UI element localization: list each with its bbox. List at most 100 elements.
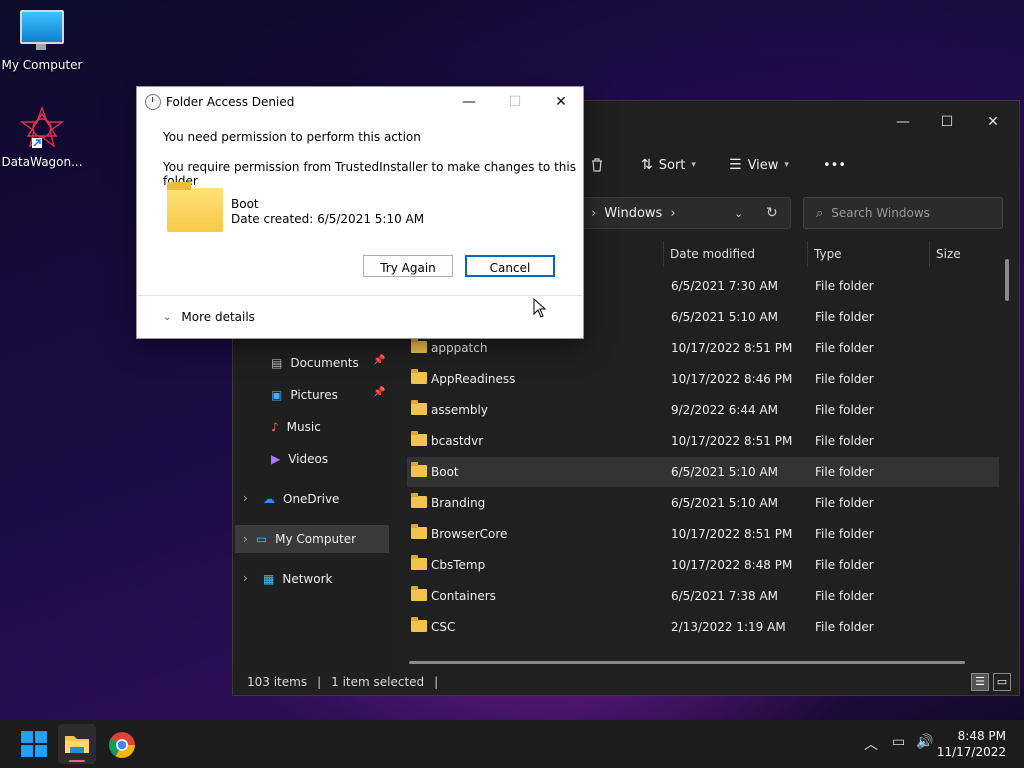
trustedinstaller-message: You require permission from TrustedInsta… <box>163 160 576 188</box>
pictures-icon: ▣ <box>271 388 283 402</box>
sort-button[interactable]: ⇅ Sort ▾ <box>641 151 696 179</box>
breadcrumb-separator-icon: › <box>670 205 676 221</box>
taskbar-clock[interactable]: 8:48 PM 11/17/2022 <box>937 728 1006 760</box>
folder-icon <box>411 617 427 632</box>
table-row[interactable]: CbsTemp 10/17/2022 8:48 PM File folder <box>407 550 999 580</box>
folder-icon <box>167 182 223 232</box>
row-name: CSC <box>431 620 456 634</box>
column-header-date[interactable]: Date modified <box>663 241 806 267</box>
view-list-icon: ☰ <box>729 157 742 173</box>
row-date: 2/13/2022 1:19 AM <box>671 620 786 634</box>
row-type: File folder <box>815 589 874 603</box>
desktop-icon-my-computer[interactable]: My Computer <box>0 10 84 72</box>
nav-label: Documents <box>290 356 359 370</box>
nav-item-videos[interactable]: ▶ Videos <box>271 447 328 471</box>
nav-item-documents[interactable]: ▤ Documents <box>271 351 359 375</box>
status-bar: 103 items | 1 item selected | <box>247 675 438 689</box>
navigation-pane: ▤ Documents 📌 ▣ Pictures 📌 ♪ Music ▶ Vid… <box>233 337 391 671</box>
table-row[interactable]: BrowserCore 10/17/2022 8:51 PM File fold… <box>407 519 999 549</box>
folder-icon <box>411 400 427 415</box>
taskbar-chrome-icon[interactable] <box>108 731 136 759</box>
permission-message: You need permission to perform this acti… <box>163 130 421 144</box>
volume-icon[interactable]: 🔊 <box>916 734 933 750</box>
chevron-right-icon[interactable]: › <box>243 532 248 546</box>
clock-time: 8:48 PM <box>957 729 1006 743</box>
table-row[interactable]: bcastdvr 10/17/2022 8:51 PM File folder <box>407 426 999 456</box>
row-date: 10/17/2022 8:48 PM <box>671 558 793 572</box>
dialog-maximize-button: ☐ <box>493 89 537 115</box>
dialog-minimize-button[interactable]: — <box>447 89 491 115</box>
folder-access-denied-dialog: Folder Access Denied — ☐ ✕ You need perm… <box>136 86 584 339</box>
network-icon: ▦ <box>263 572 275 586</box>
chevron-right-icon[interactable]: › <box>243 571 248 585</box>
horizontal-scrollbar[interactable] <box>409 661 965 664</box>
pin-icon: 📌 <box>373 355 386 366</box>
row-date: 10/17/2022 8:46 PM <box>671 372 793 386</box>
column-header-size[interactable]: Size <box>929 241 1006 267</box>
row-date: 9/2/2022 6:44 AM <box>671 403 779 417</box>
folder-icon <box>411 369 427 384</box>
delete-button[interactable] <box>589 151 605 179</box>
column-header-type[interactable]: Type <box>807 241 928 267</box>
more-details-label: More details <box>181 310 255 324</box>
minimize-button[interactable]: — <box>883 107 923 137</box>
close-button[interactable]: ✕ <box>973 107 1013 137</box>
sort-label: Sort <box>658 157 686 173</box>
address-history-chevron-icon[interactable]: ⌄ <box>734 207 743 220</box>
tiles-view-button[interactable]: ▭ <box>993 673 1011 691</box>
videos-icon: ▶ <box>271 452 281 466</box>
more-icon: ••• <box>823 157 847 173</box>
taskbar: ︿ ▭ 🔊 8:48 PM 11/17/2022 <box>0 720 1024 768</box>
row-date: 6/5/2021 7:38 AM <box>671 589 779 603</box>
nav-item-onedrive[interactable]: ☁ OneDrive <box>263 487 339 511</box>
view-button[interactable]: ☰ View ▾ <box>729 151 789 179</box>
chevron-right-icon[interactable]: › <box>243 491 248 505</box>
row-type: File folder <box>815 279 874 293</box>
taskbar-file-explorer-button[interactable] <box>58 724 96 764</box>
breadcrumb-windows[interactable]: Windows <box>604 206 662 221</box>
start-button-windows-icon[interactable] <box>20 730 48 758</box>
computer-icon: ▭ <box>255 532 268 546</box>
desktop-icon-label: DataWagon... <box>1 155 83 169</box>
search-placeholder: Search Windows <box>831 206 930 220</box>
nav-label: My Computer <box>275 532 357 546</box>
item-count: 103 items <box>247 675 308 689</box>
show-hidden-icons-chevron-icon[interactable]: ︿ <box>864 734 878 754</box>
more-details-toggle[interactable]: ⌄ More details <box>163 310 255 324</box>
table-row[interactable]: Containers 6/5/2021 7:38 AM File folder <box>407 581 999 611</box>
file-explorer-folder-icon <box>65 736 89 762</box>
network-status-icon[interactable]: ▭ <box>892 734 905 750</box>
dialog-close-button[interactable]: ✕ <box>539 89 583 115</box>
more-options-button[interactable]: ••• <box>823 151 846 179</box>
nav-item-network[interactable]: ▦ Network <box>263 567 332 591</box>
maximize-button[interactable]: ☐ <box>927 107 967 137</box>
row-date: 10/17/2022 8:51 PM <box>671 434 793 448</box>
trash-icon <box>592 158 602 172</box>
table-row[interactable]: CSC 2/13/2022 1:19 AM File folder <box>407 612 999 642</box>
folder-icon <box>411 431 427 446</box>
row-name: AppReadiness <box>431 372 516 386</box>
row-name: Containers <box>431 589 496 603</box>
try-again-button[interactable]: Try Again <box>363 255 453 277</box>
cancel-button[interactable]: Cancel <box>465 255 555 277</box>
desktop-icon-datawagon[interactable]: DataWagon... <box>0 105 84 169</box>
nav-item-my-computer[interactable]: › ▭ My Computer <box>235 525 389 553</box>
table-row-selected[interactable]: Boot 6/5/2021 5:10 AM File folder <box>407 457 999 487</box>
row-type: File folder <box>815 403 874 417</box>
table-row[interactable]: Branding 6/5/2021 5:10 AM File folder <box>407 488 999 518</box>
chevron-down-icon: ▾ <box>691 160 696 170</box>
table-row[interactable]: AppReadiness 10/17/2022 8:46 PM File fol… <box>407 364 999 394</box>
nav-item-pictures[interactable]: ▣ Pictures <box>271 383 338 407</box>
row-name: apppatch <box>431 341 488 355</box>
vertical-scrollbar[interactable] <box>1005 259 1009 301</box>
search-input[interactable]: ⌕ Search Windows <box>803 197 1003 229</box>
row-type: File folder <box>815 372 874 386</box>
refresh-icon[interactable]: ↻ <box>766 205 778 221</box>
folder-icon <box>411 462 427 477</box>
nav-item-music[interactable]: ♪ Music <box>271 415 321 439</box>
address-bar[interactable]: ) › Windows › ⌄ ↻ <box>573 197 791 229</box>
table-row[interactable]: assembly 9/2/2022 6:44 AM File folder <box>407 395 999 425</box>
folder-icon <box>411 338 427 353</box>
datawagon-logo-icon <box>19 105 65 148</box>
details-view-button[interactable]: ☰ <box>971 673 989 691</box>
